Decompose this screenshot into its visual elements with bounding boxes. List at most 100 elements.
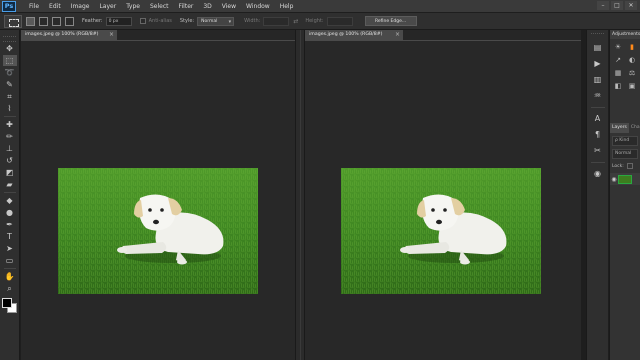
menu-layer[interactable]: Layer	[94, 3, 121, 10]
document-tab-left[interactable]: images.jpeg @ 100% (RGB/8#) ×	[21, 30, 117, 40]
photo-filter-icon[interactable]: ▣	[627, 82, 637, 91]
type-tool-icon[interactable]: T	[3, 231, 17, 242]
color-swatches[interactable]	[1, 298, 18, 314]
width-input[interactable]	[263, 16, 290, 26]
height-label: Height:	[305, 18, 324, 24]
minimize-button[interactable]: –	[597, 1, 609, 10]
new-selection-mode-button[interactable]	[26, 16, 35, 26]
close-tab-icon[interactable]: ×	[395, 30, 400, 40]
menu-file[interactable]: File	[24, 3, 44, 10]
antialias-label: Anti-alias	[148, 18, 172, 24]
puppy-photo[interactable]	[58, 168, 258, 294]
marquee-tool-icon[interactable]: ⬚	[2, 55, 17, 66]
eyedropper-tool-icon[interactable]: ⌇	[3, 103, 17, 114]
paragraph-icon[interactable]: ¶	[591, 129, 605, 141]
add-selection-mode-button[interactable]	[39, 16, 48, 26]
move-tool-icon[interactable]: ✥	[3, 43, 17, 54]
brush-presets-icon[interactable]: ♒	[591, 90, 605, 102]
tool-separator	[3, 268, 16, 269]
layer-filter-kind[interactable]: ρ Kind	[612, 136, 638, 146]
close-window-button[interactable]: ✕	[625, 1, 637, 10]
intersect-selection-mode-button[interactable]	[65, 16, 74, 26]
blend-mode-select[interactable]: Normal	[612, 149, 638, 159]
path-selection-tool-icon[interactable]: ➤	[3, 243, 17, 254]
gradient-tool-icon[interactable]: ▰	[3, 179, 17, 190]
maximize-button[interactable]: □	[611, 1, 623, 10]
brightness-icon[interactable]: ☀	[613, 43, 623, 52]
layer-comps-icon[interactable]: ▥	[591, 74, 605, 86]
subtract-selection-mode-button[interactable]	[52, 16, 61, 26]
feather-input[interactable]: 0 px	[105, 16, 132, 26]
menu-type[interactable]: Type	[121, 3, 145, 10]
foreground-color-swatch[interactable]	[1, 298, 12, 308]
history-brush-tool-icon[interactable]: ↺	[3, 155, 17, 166]
style-select[interactable]: Normal	[197, 16, 235, 26]
curves-icon[interactable]: ↗	[613, 56, 623, 65]
hand-tool-icon[interactable]: ✋	[3, 271, 17, 282]
pen-tool-icon[interactable]: ✒	[3, 219, 17, 230]
adjustments-grid: ☀ ▮ ↗ ◐ ▦ ⚖ ◧ ▣	[610, 39, 640, 95]
3d-icon[interactable]: ◉	[591, 168, 605, 180]
document-splitter[interactable]	[295, 30, 305, 360]
document-tab-title: images.jpeg @ 100% (RGB/8#)	[309, 32, 383, 37]
menu-3d[interactable]: 3D	[198, 3, 216, 10]
play-actions-icon[interactable]: ▶	[591, 58, 605, 70]
style-label: Style:	[179, 18, 195, 24]
panel-icon-dock: ▤ ▶ ▥ ♒ A ¶ ✂ ◉	[586, 30, 608, 360]
canvas-area[interactable]	[21, 41, 295, 360]
toolbar-grip[interactable]	[3, 36, 16, 42]
tool-separator	[3, 116, 16, 117]
eraser-tool-icon[interactable]: ◩	[3, 167, 17, 178]
document-window-left: images.jpeg @ 100% (RGB/8#) ×	[21, 30, 295, 360]
window-controls: – □ ✕	[597, 1, 637, 10]
dodge-tool-icon[interactable]: ●	[3, 207, 17, 218]
zoom-tool-icon[interactable]: ⌕	[3, 283, 17, 294]
menu-items: File Edit Image Layer Type Select Filter 3D View…	[24, 3, 298, 10]
menu-help[interactable]: Help	[275, 3, 299, 10]
tab-channels[interactable]: Cha	[628, 123, 640, 133]
adjustments-panel-tab[interactable]: Adjustments	[610, 30, 640, 39]
tab-layers[interactable]: Layers	[610, 123, 629, 133]
menu-edit[interactable]: Edit	[44, 3, 66, 10]
quick-selection-tool-icon[interactable]: ✎	[3, 79, 17, 90]
menu-view[interactable]: View	[217, 3, 241, 10]
document-tab-title: images.jpeg @ 100% (RGB/8#)	[25, 32, 99, 37]
swap-dimensions-icon[interactable]: ⇄	[293, 18, 301, 25]
dock-grip[interactable]	[591, 33, 604, 38]
panels-column: Adjustments ☀ ▮ ↗ ◐ ▦ ⚖ ◧ ▣ Layers Cha ρ Kind N…	[609, 30, 640, 360]
balance-icon[interactable]: ⚖	[627, 69, 637, 78]
canvas-area[interactable]	[305, 41, 581, 360]
height-input[interactable]	[326, 16, 353, 26]
healing-brush-tool-icon[interactable]: ✚	[3, 119, 17, 130]
document-window-right: images.jpeg @ 100% (RGB/8#) ×	[305, 30, 581, 360]
clone-stamp-tool-icon[interactable]: ⊥	[3, 143, 17, 154]
tool-separator	[3, 192, 16, 193]
lasso-tool-icon[interactable]: ➰	[3, 67, 17, 78]
levels-icon[interactable]: ▮	[627, 43, 637, 52]
dock-separator	[590, 107, 605, 108]
character-icon[interactable]: A	[591, 113, 605, 125]
feather-label: Feather:	[82, 18, 103, 24]
history-icon[interactable]: ▤	[591, 42, 605, 54]
hue-icon[interactable]: ▦	[613, 69, 623, 78]
tool-preset-picker[interactable]	[4, 14, 22, 28]
menu-filter[interactable]: Filter	[174, 3, 199, 10]
bw-icon[interactable]: ◧	[613, 82, 623, 91]
crop-tool-icon[interactable]: ⌗	[3, 91, 17, 102]
layer-row[interactable]: ◉	[610, 173, 640, 185]
menu-window[interactable]: Window	[241, 3, 275, 10]
menu-image[interactable]: Image	[66, 3, 95, 10]
exposure-icon[interactable]: ◐	[627, 56, 637, 65]
brush-tool-icon[interactable]: ✏	[3, 131, 17, 142]
lock-transparency-checkbox[interactable]	[626, 163, 633, 169]
tools-icon[interactable]: ✂	[591, 145, 605, 157]
shape-tool-icon[interactable]: ▭	[3, 255, 17, 266]
antialias-checkbox[interactable]	[139, 18, 146, 24]
eye-icon[interactable]: ◉	[610, 176, 618, 183]
menu-select[interactable]: Select	[145, 3, 174, 10]
close-tab-icon[interactable]: ×	[109, 30, 114, 40]
puppy-photo[interactable]	[341, 168, 541, 294]
document-tab-right[interactable]: images.jpeg @ 100% (RGB/8#) ×	[305, 30, 403, 40]
blur-tool-icon[interactable]: ◆	[3, 195, 17, 206]
refine-edge-button[interactable]: Refine Edge...	[364, 16, 417, 26]
